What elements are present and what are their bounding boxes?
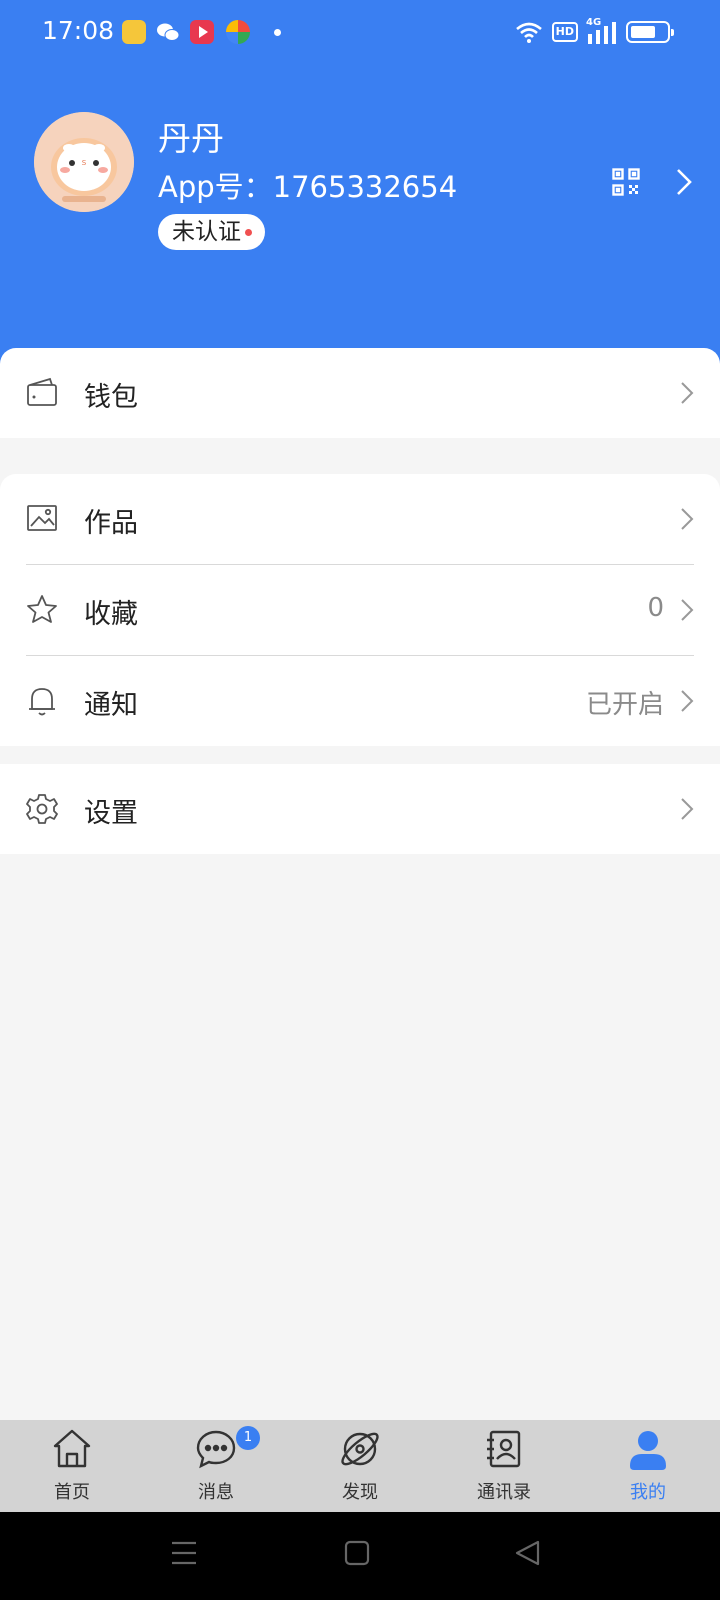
menu-item-notifications[interactable]: 通知 已开启 (0, 656, 720, 746)
chevron-right-icon (681, 599, 694, 621)
qr-code-icon[interactable] (612, 168, 640, 200)
tab-messages[interactable]: 1 消息 (144, 1420, 288, 1512)
verify-status: 未认证 (172, 219, 241, 245)
tab-contacts[interactable]: 通讯录 (432, 1420, 576, 1512)
status-time: 17:08 (42, 16, 115, 45)
image-icon (27, 505, 57, 531)
battery-icon (626, 21, 674, 43)
chevron-right-icon (681, 382, 694, 404)
contacts-icon (487, 1430, 521, 1468)
wechat-notification-icon (156, 20, 180, 44)
chat-icon (196, 1430, 236, 1469)
tab-label: 消息 (198, 1482, 234, 1503)
home-icon (53, 1429, 91, 1468)
tab-label: 通讯录 (477, 1482, 531, 1503)
verify-badge[interactable]: 未认证 (158, 214, 265, 250)
wifi-icon (515, 22, 542, 43)
menu-item-wallet[interactable]: 钱包 (0, 348, 720, 438)
chevron-right-icon (681, 798, 694, 820)
tab-label: 发现 (342, 1482, 378, 1503)
tab-me[interactable]: 我的 (576, 1420, 720, 1512)
browser-notification-icon (226, 20, 250, 44)
chevron-right-icon (681, 508, 694, 530)
menu-item-settings[interactable]: 设置 (0, 764, 720, 854)
cellular-signal-icon: 4G (586, 17, 618, 44)
wallet-icon (27, 377, 57, 406)
content-card: 作品 收藏 0 通知 已开启 (0, 474, 720, 746)
back-nav-icon[interactable] (514, 1540, 542, 1566)
discover-icon (341, 1432, 379, 1466)
unread-badge: 1 (236, 1426, 260, 1450)
tab-discover[interactable]: 发现 (288, 1420, 432, 1512)
bell-icon (29, 688, 55, 716)
bottom-tab-bar: 首页 1 消息 发现 通讯录 我的 (0, 1420, 720, 1512)
status-bar: 17:08 HD 4G (0, 0, 720, 64)
settings-card: 设置 (0, 764, 720, 854)
more-notifications-dot (274, 29, 281, 36)
menu-item-works[interactable]: 作品 (0, 474, 720, 564)
notification-app-icon (122, 20, 146, 44)
nickname: 丹丹 (158, 119, 224, 158)
star-icon (27, 595, 57, 623)
menu-item-favorites[interactable]: 收藏 0 (0, 565, 720, 655)
favorites-count: 0 (647, 593, 664, 623)
unread-dot (245, 229, 252, 236)
system-nav-bar (0, 1512, 720, 1600)
menu-label: 钱包 (84, 382, 138, 413)
wallet-card: 钱包 (0, 348, 720, 438)
person-icon (630, 1431, 666, 1470)
menu-label: 收藏 (84, 599, 138, 630)
chevron-right-icon (681, 690, 694, 712)
tab-home[interactable]: 首页 (0, 1420, 144, 1512)
tab-label: 首页 (54, 1482, 90, 1503)
tab-label: 我的 (630, 1482, 666, 1503)
home-nav-icon[interactable] (344, 1540, 370, 1566)
avatar[interactable]: s (34, 112, 134, 212)
menu-label: 作品 (84, 508, 138, 539)
video-notification-icon (190, 20, 214, 44)
app-id: App号：1765332654 (158, 170, 458, 204)
menu-nav-icon[interactable] (170, 1540, 198, 1566)
notifications-status: 已开启 (585, 690, 664, 720)
profile-header: 17:08 HD 4G s 丹丹 App号：1765332654 未认证 (0, 0, 720, 380)
gear-icon (26, 794, 58, 824)
menu-label: 设置 (84, 798, 138, 829)
profile-chevron-right-icon[interactable] (676, 168, 692, 200)
svg-text:s: s (82, 158, 87, 168)
menu-label: 通知 (84, 690, 138, 721)
hd-icon: HD (551, 22, 578, 42)
